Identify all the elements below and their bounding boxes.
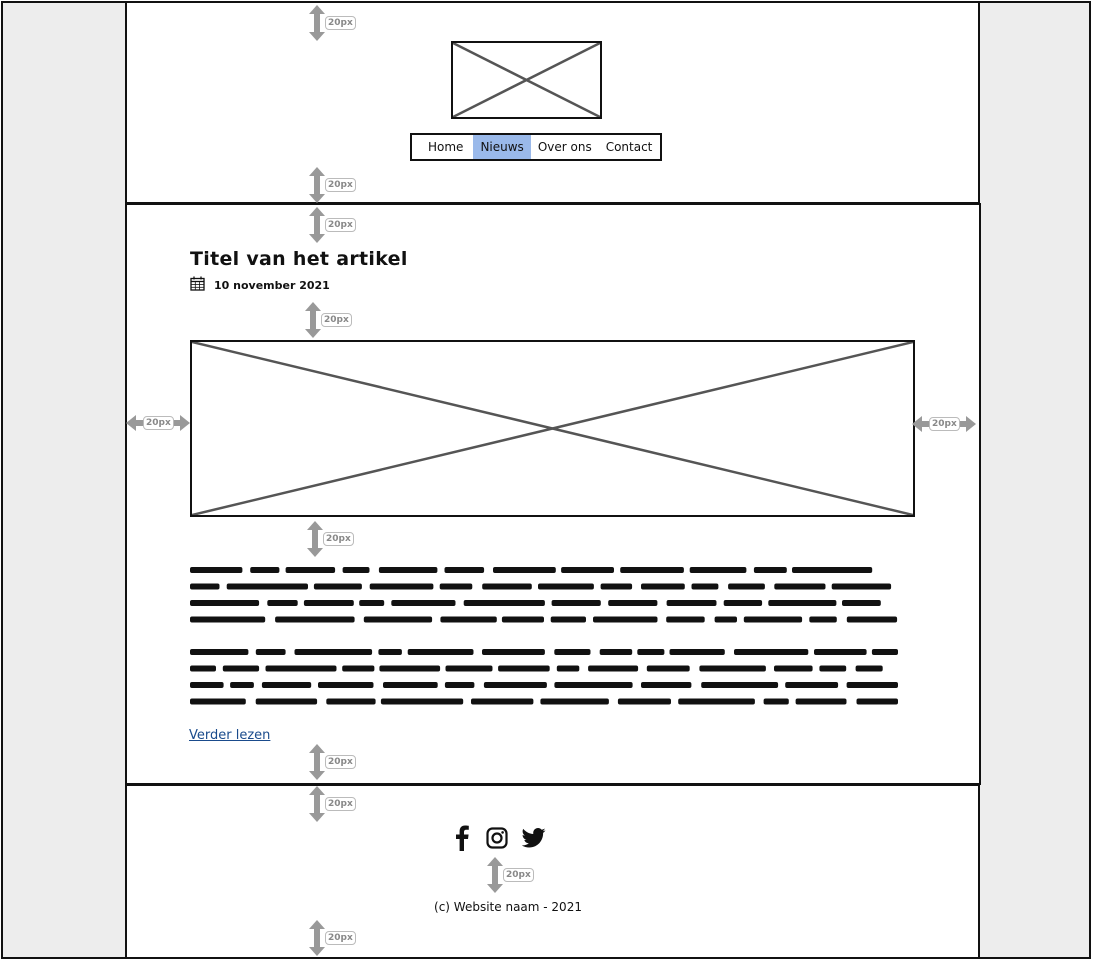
spacing-annotation: 20px [307,521,354,557]
spacing-annotation: 20px [309,167,356,203]
logo-placeholder [451,41,602,119]
instagram-icon[interactable] [486,827,508,853]
twitter-icon[interactable] [521,828,546,852]
spacing-annotation: 20px [126,415,190,431]
copyright-text: (c) Website naam - 2021 [434,900,582,914]
spacing-annotation: 20px [305,302,352,338]
nav-item-over-ons[interactable]: Over ons [531,135,599,159]
nav-item-nieuws[interactable]: Nieuws [473,135,531,159]
spacing-annotation: 20px [309,920,356,956]
nav-item-contact[interactable]: Contact [599,135,660,159]
spacing-annotation: 20px [309,5,356,41]
nav-item-home[interactable]: Home [412,135,473,159]
article-title: Titel van het artikel [190,248,408,270]
spacing-annotation: 20px [309,744,356,780]
facebook-icon[interactable] [452,825,472,855]
read-more-link[interactable]: Verder lezen [189,728,270,743]
spacing-annotation: 20px [309,207,356,243]
social-links [452,825,552,855]
calendar-icon [190,276,205,295]
article-image-placeholder [190,340,915,517]
spacing-annotation: 20px [487,857,534,893]
main-nav: Home Nieuws Over ons Contact [410,133,662,161]
spacing-annotation: 20px [912,416,976,432]
article-meta: 10 november 2021 [190,276,330,295]
footer-section [125,784,980,959]
article-paragraph-2 [190,644,902,708]
spacing-annotation: 20px [309,786,356,822]
article-date: 10 november 2021 [214,279,330,292]
article-paragraph-1 [190,562,902,626]
